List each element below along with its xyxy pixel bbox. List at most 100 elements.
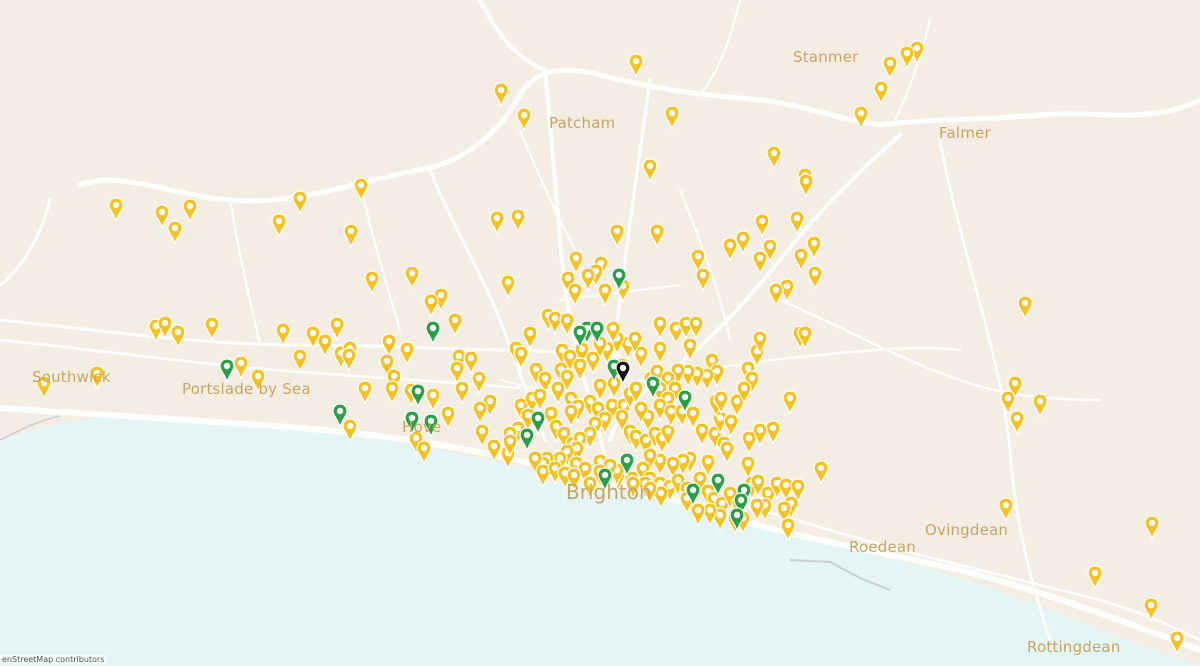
- place-label-portslade: Portslade by Sea: [182, 380, 311, 398]
- yellow-map-marker[interactable]: [719, 440, 735, 465]
- yellow-map-marker[interactable]: [204, 316, 220, 341]
- yellow-map-marker[interactable]: [1000, 390, 1016, 415]
- yellow-map-marker[interactable]: [768, 282, 784, 307]
- yellow-map-marker[interactable]: [275, 322, 291, 347]
- yellow-map-marker[interactable]: [752, 250, 768, 275]
- yellow-map-marker[interactable]: [364, 270, 380, 295]
- woodingdean-rd: [778, 298, 1102, 402]
- yellow-map-marker[interactable]: [806, 235, 822, 260]
- yellow-map-marker[interactable]: [741, 430, 757, 455]
- yellow-map-marker[interactable]: [233, 355, 249, 380]
- patcham-rd: [519, 129, 581, 261]
- green-map-marker[interactable]: [425, 320, 441, 345]
- yellow-map-marker[interactable]: [447, 312, 463, 337]
- map-canvas[interactable]: Stanmer Patcham Falmer Southwick Portsla…: [0, 0, 1200, 666]
- place-label-brighton: Brighton: [566, 480, 652, 504]
- yellow-map-marker[interactable]: [642, 158, 658, 183]
- yellow-map-marker[interactable]: [381, 333, 397, 358]
- yellow-map-marker[interactable]: [157, 315, 173, 340]
- yellow-map-marker[interactable]: [343, 223, 359, 248]
- yellow-map-marker[interactable]: [454, 380, 470, 405]
- yellow-map-marker[interactable]: [652, 340, 668, 365]
- yellow-map-marker[interactable]: [423, 293, 439, 318]
- yellow-map-marker[interactable]: [853, 105, 869, 130]
- yellow-map-marker[interactable]: [567, 282, 583, 307]
- yellow-map-marker[interactable]: [516, 107, 532, 132]
- yellow-map-marker[interactable]: [108, 197, 124, 222]
- yellow-map-marker[interactable]: [735, 230, 751, 255]
- yellow-map-marker[interactable]: [652, 315, 668, 340]
- green-map-marker[interactable]: [519, 427, 535, 452]
- green-map-marker[interactable]: [410, 383, 426, 408]
- yellow-map-marker[interactable]: [404, 265, 420, 290]
- yellow-map-marker[interactable]: [568, 250, 584, 275]
- yellow-map-marker[interactable]: [766, 145, 782, 170]
- place-label-roedean: Roedean: [849, 538, 917, 556]
- yellow-map-marker[interactable]: [754, 213, 770, 238]
- yellow-map-marker[interactable]: [510, 208, 526, 233]
- yellow-map-marker[interactable]: [500, 274, 516, 299]
- yellow-map-marker[interactable]: [167, 220, 183, 245]
- yellow-map-marker[interactable]: [329, 316, 345, 341]
- yellow-map-marker[interactable]: [882, 55, 898, 80]
- a27-bypass: [77, 67, 1200, 204]
- yellow-map-marker[interactable]: [722, 237, 738, 262]
- yellow-map-marker[interactable]: [170, 324, 186, 349]
- yellow-map-marker[interactable]: [522, 325, 538, 350]
- yellow-map-marker[interactable]: [1169, 630, 1185, 655]
- yellow-map-marker[interactable]: [440, 405, 456, 430]
- yellow-map-marker[interactable]: [664, 105, 680, 130]
- yellow-map-marker[interactable]: [489, 210, 505, 235]
- yellow-map-marker[interactable]: [399, 341, 415, 366]
- yellow-map-marker[interactable]: [749, 497, 765, 522]
- yellow-map-marker[interactable]: [609, 223, 625, 248]
- yellow-map-marker[interactable]: [723, 413, 739, 438]
- yellow-map-marker[interactable]: [1144, 515, 1160, 540]
- yellow-map-marker[interactable]: [782, 390, 798, 415]
- yellow-map-marker[interactable]: [813, 460, 829, 485]
- yellow-map-marker[interactable]: [472, 400, 488, 425]
- yellow-map-marker[interactable]: [1017, 295, 1033, 320]
- yellow-map-marker[interactable]: [550, 380, 566, 405]
- green-map-marker[interactable]: [219, 358, 235, 383]
- yellow-map-marker[interactable]: [317, 333, 333, 358]
- yellow-map-marker[interactable]: [765, 420, 781, 445]
- place-label-southwick: Southwick: [32, 368, 111, 386]
- yellow-map-marker[interactable]: [1143, 597, 1159, 622]
- yellow-map-marker[interactable]: [1009, 410, 1025, 435]
- place-label-patcham: Patcham: [549, 114, 616, 132]
- yellow-map-marker[interactable]: [580, 267, 596, 292]
- yellow-map-marker[interactable]: [357, 380, 373, 405]
- yellow-map-marker[interactable]: [807, 265, 823, 290]
- yellow-map-marker[interactable]: [628, 53, 644, 78]
- yellow-map-marker[interactable]: [789, 210, 805, 235]
- yellow-map-marker[interactable]: [353, 177, 369, 202]
- yellow-map-marker[interactable]: [793, 247, 809, 272]
- yellow-map-marker[interactable]: [563, 403, 579, 428]
- yellow-map-marker[interactable]: [271, 213, 287, 238]
- yellow-map-marker[interactable]: [688, 315, 704, 340]
- yellow-map-marker[interactable]: [597, 282, 613, 307]
- yellow-map-marker[interactable]: [471, 370, 487, 395]
- yellow-map-marker[interactable]: [463, 350, 479, 375]
- yellow-map-marker[interactable]: [695, 267, 711, 292]
- yellow-map-marker[interactable]: [292, 348, 308, 373]
- place-label-stanmer: Stanmer: [793, 48, 859, 66]
- yellow-map-marker[interactable]: [493, 82, 509, 107]
- yellow-map-marker[interactable]: [694, 422, 710, 447]
- yellow-map-marker[interactable]: [154, 204, 170, 229]
- yellow-map-marker[interactable]: [1032, 393, 1048, 418]
- yellow-map-marker[interactable]: [341, 347, 357, 372]
- yellow-map-marker[interactable]: [649, 223, 665, 248]
- yellow-map-marker[interactable]: [798, 173, 814, 198]
- yellow-map-marker[interactable]: [425, 387, 441, 412]
- yellow-map-marker[interactable]: [182, 198, 198, 223]
- yellow-map-marker[interactable]: [384, 380, 400, 405]
- yellow-map-marker[interactable]: [292, 190, 308, 215]
- map-attribution[interactable]: enStreetMap contributors: [0, 655, 107, 664]
- yellow-map-marker[interactable]: [899, 45, 915, 70]
- yellow-map-marker[interactable]: [873, 80, 889, 105]
- west-road-3: [359, 179, 401, 331]
- yellow-map-marker[interactable]: [1087, 565, 1103, 590]
- yellow-map-marker[interactable]: [998, 497, 1014, 522]
